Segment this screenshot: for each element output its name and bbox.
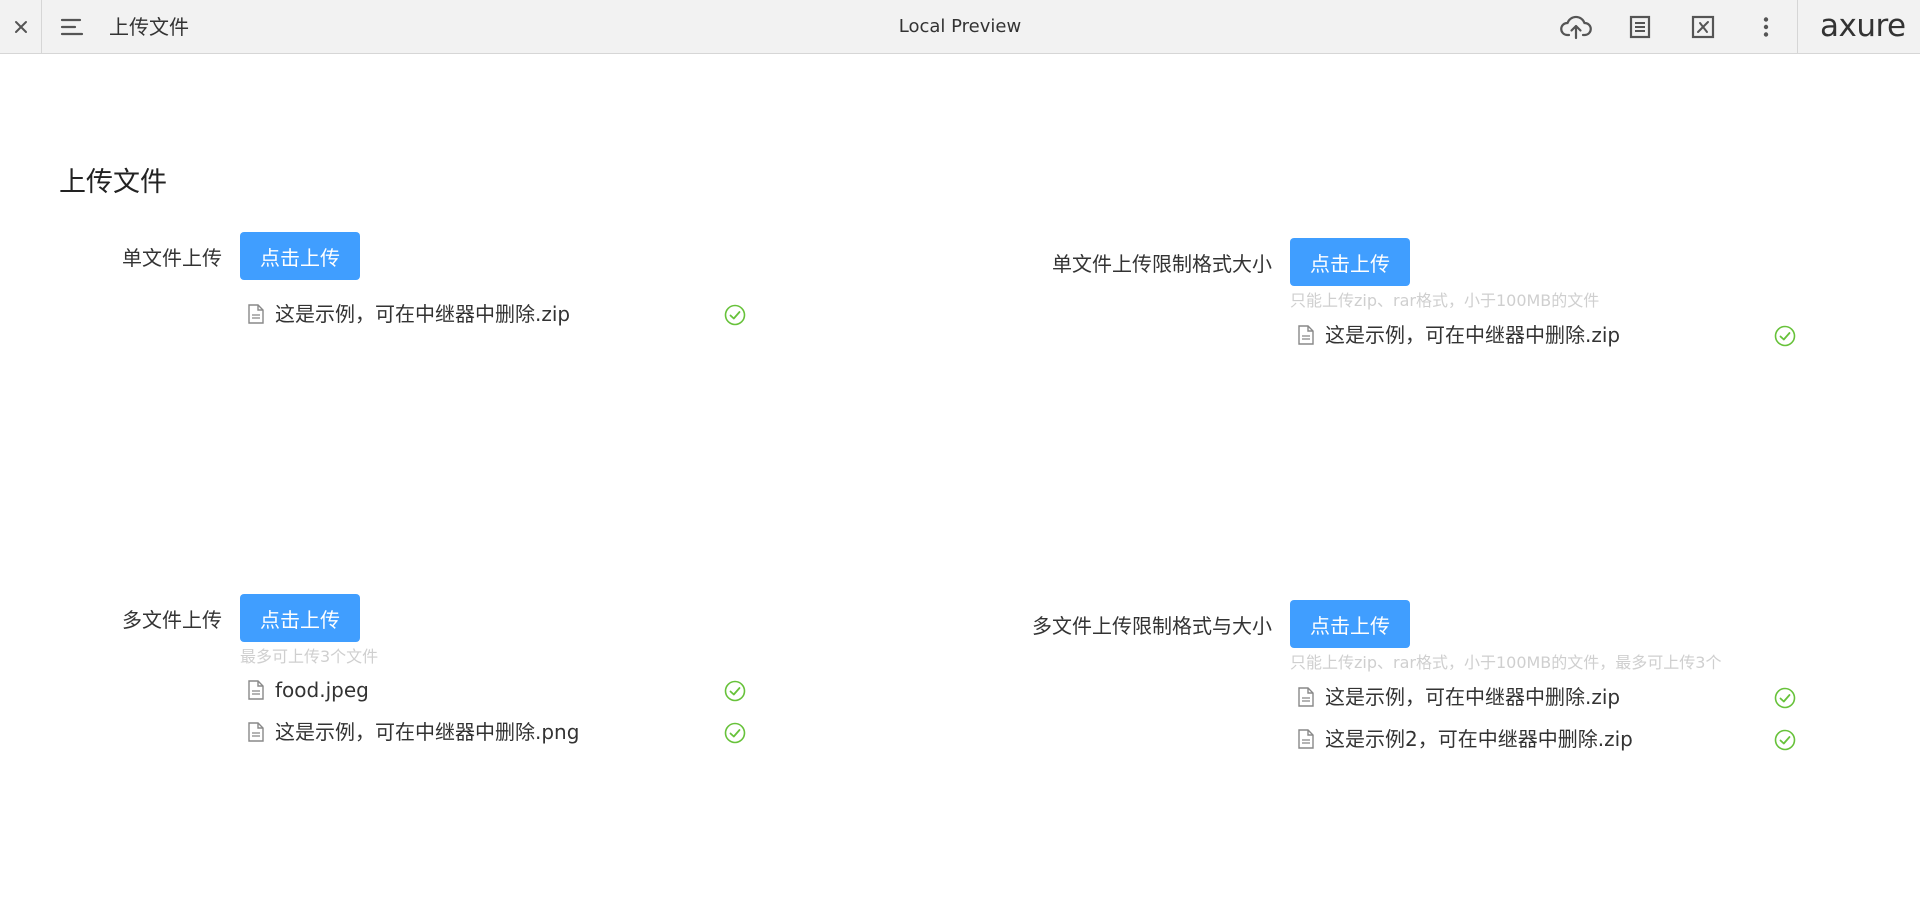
file-list-item[interactable]: 这是示例，可在中继器中删除.zip — [1290, 682, 1796, 712]
upload-button[interactable]: 点击上传 — [1290, 238, 1410, 286]
upload-tip: 只能上传zip、rar格式，小于100MB的文件，最多可上传3个 — [1290, 653, 1722, 672]
content-heading: 上传文件 — [59, 167, 167, 198]
more-icon — [1763, 17, 1769, 37]
file-list-item[interactable]: food.jpeg — [240, 675, 746, 705]
page-title: 上传文件 — [109, 15, 189, 39]
success-check-icon — [724, 680, 746, 702]
file-name: food.jpeg — [275, 678, 369, 702]
cloud-upload-icon — [1560, 15, 1592, 40]
axure-logo[interactable]: axure — [1820, 0, 1906, 54]
section-label: 单文件上传 — [122, 246, 222, 270]
success-check-icon — [1774, 729, 1796, 751]
document-icon — [248, 680, 264, 700]
success-check-icon — [724, 304, 746, 326]
upload-button[interactable]: 点击上传 — [1290, 600, 1410, 648]
top-toolbar: 上传文件 Local Preview axure — [0, 0, 1920, 54]
file-name: 这是示例2，可在中继器中删除.zip — [1325, 727, 1633, 751]
upload-button[interactable]: 点击上传 — [240, 594, 360, 642]
file-list-item[interactable]: 这是示例，可在中继器中删除.zip — [1290, 320, 1796, 350]
document-icon — [248, 304, 264, 324]
file-list-item[interactable]: 这是示例，可在中继器中删除.png — [240, 717, 746, 747]
file-name: 这是示例，可在中继器中删除.zip — [1325, 685, 1621, 709]
upload-tip: 最多可上传3个文件 — [240, 647, 379, 666]
file-name: 这是示例，可在中继器中删除.png — [275, 720, 580, 744]
menu-icon — [60, 18, 84, 36]
file-list-item[interactable]: 这是示例，可在中继器中删除.zip — [240, 299, 746, 329]
success-check-icon — [1774, 687, 1796, 709]
document-icon — [1298, 729, 1314, 749]
notes-button[interactable] — [1624, 12, 1656, 42]
document-icon — [248, 722, 264, 742]
close-button[interactable] — [0, 0, 42, 54]
variables-button[interactable] — [1687, 12, 1719, 42]
file-name: 这是示例，可在中继器中删除.zip — [275, 302, 571, 326]
section-label: 单文件上传限制格式大小 — [1052, 252, 1272, 276]
close-icon — [14, 21, 27, 33]
upload-button[interactable]: 点击上传 — [240, 232, 360, 280]
publish-button[interactable] — [1560, 12, 1592, 42]
more-options-button[interactable] — [1750, 12, 1782, 42]
file-name: 这是示例，可在中继器中删除.zip — [1325, 323, 1621, 347]
preview-title: Local Preview — [898, 16, 1022, 37]
notes-icon — [1629, 15, 1651, 39]
section-label: 多文件上传限制格式与大小 — [1032, 614, 1272, 638]
sitemap-menu-button[interactable] — [58, 13, 86, 41]
document-icon — [1298, 687, 1314, 707]
section-label: 多文件上传 — [122, 608, 222, 632]
document-icon — [1298, 325, 1314, 345]
upload-tip: 只能上传zip、rar格式，小于100MB的文件 — [1290, 291, 1600, 310]
success-check-icon — [724, 722, 746, 744]
toolbar-divider — [1797, 0, 1798, 54]
variables-icon — [1691, 15, 1715, 39]
file-list-item[interactable]: 这是示例2，可在中继器中删除.zip — [1290, 724, 1796, 754]
success-check-icon — [1774, 325, 1796, 347]
